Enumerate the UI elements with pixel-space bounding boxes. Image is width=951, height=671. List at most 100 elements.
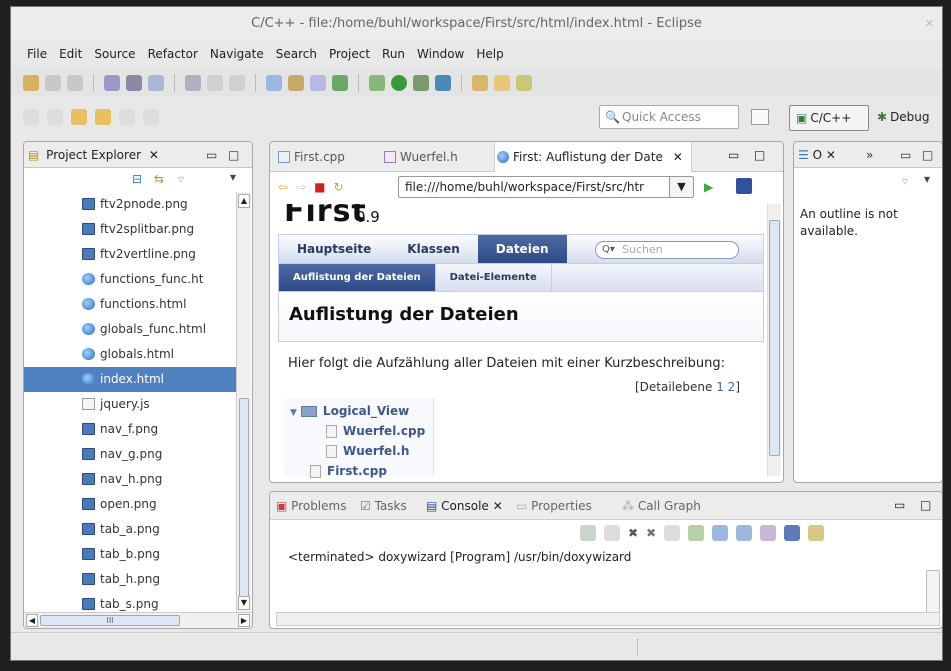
- scroll-right-icon[interactable]: ▶: [238, 614, 250, 627]
- file-item[interactable]: nav_g.png: [24, 442, 236, 467]
- file-item[interactable]: nav_h.png: [24, 467, 236, 492]
- view-menu-icon[interactable]: ▾: [924, 172, 930, 186]
- tab-problems[interactable]: ▣ Problems: [276, 492, 346, 520]
- tab-datei-elemente[interactable]: Datei-Elemente: [436, 264, 552, 291]
- tab-auflistung[interactable]: Auflistung der Dateien: [279, 264, 436, 291]
- tab-console[interactable]: ▤ Console ✕: [426, 492, 503, 520]
- close-icon[interactable]: ✕: [925, 7, 934, 41]
- tree-file-wuerfel-h[interactable]: Wuerfel.h: [326, 442, 409, 460]
- menu-help[interactable]: Help: [470, 43, 509, 67]
- open-type-icon[interactable]: [472, 75, 488, 91]
- external-tools-icon[interactable]: [413, 75, 429, 91]
- minimize-icon[interactable]: ▭: [894, 498, 905, 512]
- file-item[interactable]: globals.html: [24, 342, 236, 367]
- stop-icon[interactable]: ■: [314, 180, 325, 194]
- maximize-icon[interactable]: □: [920, 498, 931, 512]
- scroll-lock-icon[interactable]: [688, 525, 705, 541]
- file-item[interactable]: tab_a.png: [24, 517, 236, 542]
- show-on-output-icon[interactable]: [712, 525, 729, 541]
- new-folder-icon[interactable]: [288, 75, 304, 91]
- menu-project[interactable]: Project: [323, 43, 376, 67]
- tab-dateien[interactable]: Dateien: [477, 235, 567, 263]
- menu-source[interactable]: Source: [88, 43, 141, 67]
- maximize-icon[interactable]: □: [922, 142, 933, 168]
- detail-level-1[interactable]: 1: [716, 380, 724, 394]
- url-field[interactable]: file:///home/buhl/workspace/First/src/ht…: [398, 176, 694, 198]
- file-item[interactable]: ftv2splitbar.png: [24, 217, 236, 242]
- minimize-icon[interactable]: ▭: [728, 148, 739, 162]
- expand-arrow-icon[interactable]: ▼: [290, 408, 297, 418]
- pin-icon[interactable]: [143, 109, 159, 125]
- pen-icon[interactable]: [516, 75, 532, 91]
- tab-call-graph[interactable]: ⁂ Call Graph: [622, 492, 701, 520]
- refresh-icon[interactable]: [332, 75, 348, 91]
- maximize-icon[interactable]: □: [754, 148, 765, 162]
- block2-icon[interactable]: [229, 75, 245, 91]
- file-item[interactable]: nav_f.png: [24, 417, 236, 442]
- annotation-icon[interactable]: [23, 109, 39, 125]
- chevron-down-icon[interactable]: ▼: [669, 177, 693, 197]
- remove-all-icon[interactable]: ✖: [646, 526, 656, 540]
- close-tab-icon[interactable]: ✕: [673, 150, 683, 164]
- quick-access-field[interactable]: 🔍 Quick Access: [599, 105, 739, 129]
- doxygen-search-input[interactable]: Q▾ Suchen: [595, 241, 739, 259]
- scrollbar-thumb[interactable]: [769, 220, 780, 456]
- build-icon[interactable]: [104, 75, 120, 91]
- file-item[interactable]: functions_func.ht: [24, 267, 236, 292]
- file-item[interactable]: jquery.js: [24, 392, 236, 417]
- close-tab-icon[interactable]: ✕: [493, 499, 503, 513]
- tab-klassen[interactable]: Klassen: [389, 235, 477, 263]
- menu-window[interactable]: Window: [411, 43, 470, 67]
- scroll-up-icon[interactable]: ▲: [238, 194, 250, 208]
- open-folder-icon[interactable]: [494, 75, 510, 91]
- tab-wuerfel-h[interactable]: Wuerfel.h: [382, 142, 458, 172]
- filter-icon[interactable]: ▿: [902, 174, 908, 188]
- maximize-icon[interactable]: □: [228, 142, 239, 168]
- display-console-icon[interactable]: [784, 525, 801, 541]
- project-explorer-title[interactable]: Project Explorer: [46, 148, 141, 162]
- save-all-icon[interactable]: [67, 75, 83, 91]
- console-horizontal-scrollbar[interactable]: [276, 612, 940, 626]
- tree-file-first-cpp[interactable]: First.cpp: [310, 462, 387, 480]
- editor-vertical-scrollbar[interactable]: [767, 204, 781, 476]
- terminate-icon[interactable]: [580, 525, 596, 541]
- build-all-icon[interactable]: [148, 75, 164, 91]
- run-icon[interactable]: [391, 75, 407, 91]
- scrollbar-thumb[interactable]: [239, 398, 249, 598]
- menu-search[interactable]: Search: [270, 43, 323, 67]
- stop-icon[interactable]: [604, 525, 620, 541]
- menu-refactor[interactable]: Refactor: [142, 43, 204, 67]
- next-annotation-icon[interactable]: [47, 109, 63, 125]
- close-tab-icon[interactable]: ✕: [149, 148, 159, 162]
- view-menu-icon[interactable]: ▾: [230, 170, 236, 184]
- open-perspective-icon[interactable]: [751, 109, 769, 125]
- hammer-icon[interactable]: [126, 75, 142, 91]
- perspective-debug-button[interactable]: ✱ Debug: [871, 105, 942, 131]
- clear-console-icon[interactable]: [664, 525, 681, 541]
- tab-properties[interactable]: ▭ Properties: [516, 492, 592, 520]
- last-edit-icon[interactable]: [71, 109, 87, 125]
- go-icon[interactable]: ▶: [704, 180, 713, 194]
- menu-run[interactable]: Run: [376, 43, 411, 67]
- back-icon[interactable]: [95, 109, 111, 125]
- save-icon[interactable]: [45, 75, 61, 91]
- more-views-icon[interactable]: »: [866, 142, 873, 168]
- open-console-icon[interactable]: [808, 525, 825, 541]
- new-icon[interactable]: [23, 75, 39, 91]
- minimize-icon[interactable]: ▭: [900, 142, 911, 168]
- tab-hauptseite[interactable]: Hauptseite: [279, 235, 389, 263]
- file-item[interactable]: functions.html: [24, 292, 236, 317]
- external-browser-icon[interactable]: [736, 178, 752, 194]
- file-item[interactable]: open.png: [24, 492, 236, 517]
- explorer-vertical-scrollbar[interactable]: ▲ ▼: [236, 192, 251, 612]
- console-vertical-scrollbar[interactable]: [926, 570, 940, 614]
- collapse-all-icon[interactable]: ⊟: [132, 172, 142, 186]
- file-item[interactable]: ftv2pnode.png: [24, 192, 236, 217]
- profile-icon[interactable]: [435, 75, 451, 91]
- tree-folder-logical-view[interactable]: ▼ Logical_View: [290, 402, 409, 420]
- file-item[interactable]: index.html: [24, 367, 236, 392]
- debug-icon[interactable]: [369, 75, 385, 91]
- filter-icon[interactable]: ▿: [178, 172, 184, 186]
- close-tab-icon[interactable]: ✕: [826, 148, 836, 162]
- menu-edit[interactable]: Edit: [53, 43, 88, 67]
